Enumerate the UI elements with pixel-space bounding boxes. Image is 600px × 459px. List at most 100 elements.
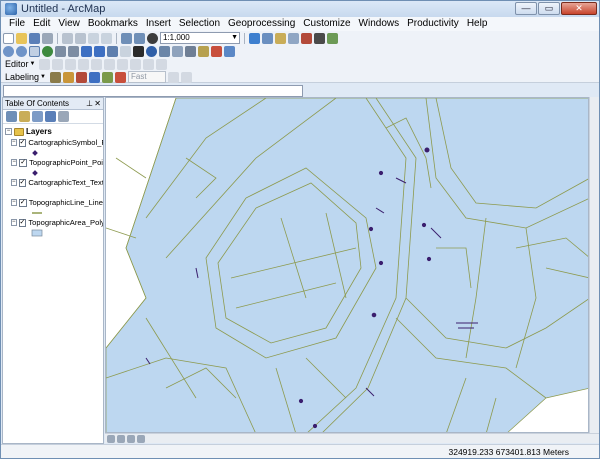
menu-view[interactable]: View [54, 17, 84, 31]
command-line-input[interactable] [3, 85, 303, 97]
rotate-icon[interactable] [117, 58, 129, 70]
save-icon[interactable] [29, 32, 40, 44]
copy-icon[interactable] [75, 32, 86, 44]
minimize-button[interactable]: — [515, 2, 537, 15]
menu-windows[interactable]: Windows [355, 17, 404, 31]
measure-icon[interactable] [185, 45, 196, 57]
data-view-icon[interactable] [107, 434, 115, 443]
collapse-icon[interactable]: − [11, 179, 17, 186]
clear-selection-icon[interactable] [120, 45, 131, 57]
pause-drawing-icon[interactable] [137, 434, 145, 443]
print-icon[interactable] [42, 32, 53, 44]
editor-toolbar-icon[interactable] [249, 32, 260, 44]
layer-visibility-checkbox[interactable]: ✓ [18, 138, 27, 147]
layer-visibility-checkbox[interactable]: ✓ [18, 178, 27, 187]
toc-options-icon[interactable] [58, 111, 69, 122]
collapse-icon[interactable]: − [11, 159, 18, 166]
redo-icon[interactable] [134, 32, 145, 44]
collapse-icon[interactable]: − [11, 139, 17, 146]
pin-icon[interactable]: ⊥ [86, 98, 93, 110]
labeling-extra-icon[interactable] [180, 71, 192, 83]
cut-polygons-icon[interactable] [91, 58, 103, 70]
editor-menu[interactable]: Editor ▼ [3, 59, 37, 69]
labeling-options-icon[interactable] [167, 71, 179, 83]
layers-group[interactable]: − Layers [3, 126, 103, 137]
menu-selection[interactable]: Selection [175, 17, 224, 31]
layer-visibility-checkbox[interactable]: ✓ [18, 198, 27, 207]
full-extent-icon[interactable] [42, 45, 53, 57]
label-quality-select[interactable]: Fast [127, 71, 166, 83]
attributes-icon[interactable] [130, 58, 142, 70]
time-slider-icon[interactable] [224, 45, 235, 57]
list-by-drawing-order-icon[interactable] [6, 111, 17, 122]
menu-help[interactable]: Help [463, 17, 492, 31]
list-by-source-icon[interactable] [19, 111, 30, 122]
collapse-icon[interactable]: − [5, 128, 12, 135]
collapse-icon[interactable]: − [11, 219, 17, 226]
menu-productivity[interactable]: Productivity [403, 17, 463, 31]
table-of-contents-icon[interactable] [262, 32, 273, 44]
pan-icon[interactable] [29, 45, 40, 57]
list-by-visibility-icon[interactable] [32, 111, 43, 122]
create-features-icon[interactable] [156, 58, 168, 70]
add-data-icon[interactable] [147, 32, 158, 44]
cut-icon[interactable] [62, 32, 73, 44]
open-icon[interactable] [16, 32, 27, 44]
close-icon[interactable]: ✕ [94, 98, 101, 110]
select-elements-icon[interactable] [133, 45, 144, 57]
menu-geoprocessing[interactable]: Geoprocessing [224, 17, 299, 31]
python-window-icon[interactable] [314, 32, 325, 44]
layout-view-icon[interactable] [117, 434, 125, 443]
back-extent-icon[interactable] [81, 45, 92, 57]
label-manager-icon[interactable] [49, 71, 61, 83]
layer-item[interactable]: − ✓ TopographicPoint_Poi [11, 157, 103, 177]
close-button[interactable]: ✕ [561, 2, 597, 15]
menu-customize[interactable]: Customize [299, 17, 354, 31]
lock-labels-icon[interactable] [88, 71, 100, 83]
menu-file[interactable]: File [5, 17, 29, 31]
pause-labeling-icon[interactable] [101, 71, 113, 83]
forward-extent-icon[interactable] [94, 45, 105, 57]
layer-visibility-checkbox[interactable]: ✓ [18, 218, 27, 227]
map-canvas[interactable] [106, 98, 589, 433]
layer-item[interactable]: − ✓ TopographicArea_Poly [11, 217, 103, 237]
go-to-xy-icon[interactable] [172, 45, 183, 57]
split-icon[interactable] [104, 58, 116, 70]
menu-edit[interactable]: Edit [29, 17, 54, 31]
zoom-in-icon[interactable] [3, 45, 14, 57]
layer-item[interactable]: − ✓ CartographicSymbol_F [11, 137, 103, 157]
new-document-icon[interactable] [3, 32, 14, 44]
paste-icon[interactable] [88, 32, 99, 44]
menu-bookmarks[interactable]: Bookmarks [84, 17, 142, 31]
maximize-button[interactable]: ▭ [538, 2, 560, 15]
label-weights-icon[interactable] [75, 71, 87, 83]
catalog-icon[interactable] [275, 32, 286, 44]
list-by-selection-icon[interactable] [45, 111, 56, 122]
zoom-out-icon[interactable] [16, 45, 27, 57]
fixed-zoom-out-icon[interactable] [68, 45, 79, 57]
html-popup-icon[interactable] [211, 45, 222, 57]
edit-vertices-icon[interactable] [65, 58, 77, 70]
arctoolbox-icon[interactable] [301, 32, 312, 44]
labeling-menu[interactable]: Labeling ▼ [3, 72, 48, 82]
view-unplaced-labels-icon[interactable] [114, 71, 126, 83]
delete-icon[interactable] [101, 32, 112, 44]
map-vertical-scrollbar[interactable] [589, 97, 599, 433]
undo-icon[interactable] [121, 32, 132, 44]
collapse-icon[interactable]: − [11, 199, 17, 206]
select-features-icon[interactable] [107, 45, 118, 57]
find-icon[interactable] [159, 45, 170, 57]
identify-icon[interactable] [146, 45, 157, 57]
model-builder-icon[interactable] [327, 32, 338, 44]
search-window-icon[interactable] [288, 32, 299, 44]
layer-item[interactable]: − ✓ TopographicLine_Line [11, 197, 103, 217]
straight-segment-icon[interactable] [52, 58, 64, 70]
fixed-zoom-in-icon[interactable] [55, 45, 66, 57]
layer-item[interactable]: − ✓ CartographicText_Text [11, 177, 103, 197]
edit-tool-icon[interactable] [39, 58, 51, 70]
map-view[interactable] [105, 97, 589, 433]
label-priority-icon[interactable] [62, 71, 74, 83]
menu-insert[interactable]: Insert [142, 17, 175, 31]
sketch-properties-icon[interactable] [143, 58, 155, 70]
hyperlink-icon[interactable] [198, 45, 209, 57]
